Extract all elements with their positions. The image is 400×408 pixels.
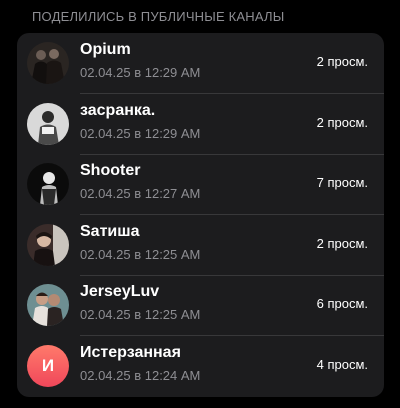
channel-views: 2 просм. [316,235,368,251]
channel-avatar [27,42,69,84]
channel-name: Opium [80,41,131,58]
section-header: ПОДЕЛИЛИСЬ В ПУБЛИЧНЫЕ КАНАЛЫ [32,9,285,24]
channel-datetime: 02.04.25 в 12:25 AM [80,307,201,323]
channel-views: 2 просм. [316,54,368,69]
channel-name: JerseyLuv [80,283,160,301]
shared-channels-list: Opium 02.04.25 в 12:29 AM 2 просм. засра… [17,33,384,397]
channel-avatar-initial: И [27,345,69,387]
channel-datetime: 02.04.25 в 12:29 AM [80,65,201,80]
channel-avatar [27,223,69,266]
channel-row-shooter[interactable]: Shooter 02.04.25 в 12:27 AM 7 просм. [17,154,384,215]
channel-row-opium[interactable]: Opium 02.04.25 в 12:29 AM 2 просм. [17,33,384,94]
channel-row-isterzannaya[interactable]: И Истерзанная 02.04.25 в 12:24 AM 4 прос… [17,336,384,397]
channel-datetime: 02.04.25 в 12:25 AM [80,246,201,262]
channel-avatar [27,102,69,145]
channel-datetime: 02.04.25 в 12:29 AM [80,125,201,141]
channel-row-jerseyluv[interactable]: JerseyLuv 02.04.25 в 12:25 AM 6 просм. [17,275,384,336]
channel-name: засранка. [80,101,156,119]
channel-name: Shooter [80,162,141,180]
channel-row-zasranka[interactable]: засранка. 02.04.25 в 12:29 AM 2 просм. [17,94,384,155]
channel-datetime: 02.04.25 в 12:24 AM [80,368,201,383]
channel-views: 4 просм. [316,357,368,372]
channel-name: Истерзанная [80,344,181,361]
channel-views: 2 просм. [316,114,368,130]
channel-datetime: 02.04.25 в 12:27 AM [80,186,201,202]
channel-views: 7 просм. [316,175,368,191]
channel-row-satisha[interactable]: Sатиша 02.04.25 в 12:25 AM 2 просм. [17,215,384,276]
channel-name: Sатиша [80,222,140,240]
channel-avatar [27,163,69,206]
channel-avatar [27,284,69,327]
channel-views: 6 просм. [316,296,368,312]
